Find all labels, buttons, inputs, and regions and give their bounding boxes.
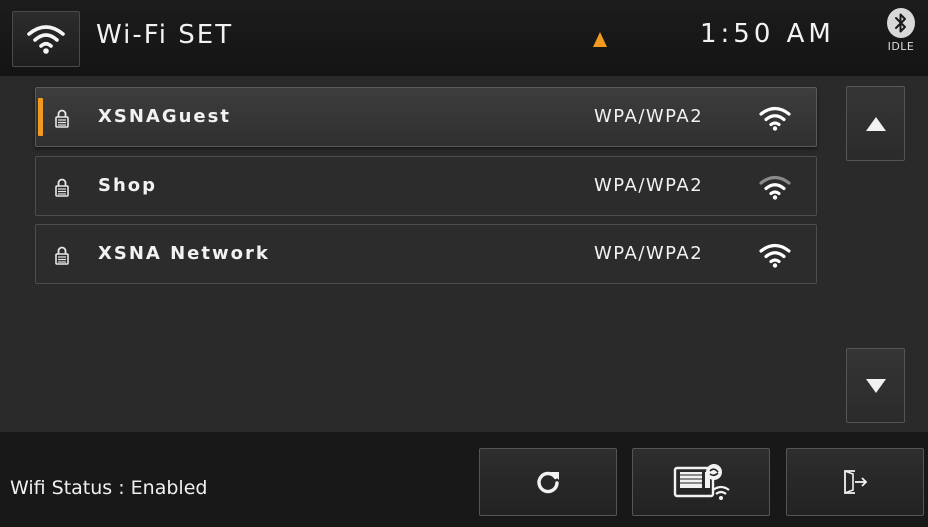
network-security: WPA/WPA2 — [594, 243, 704, 264]
scroll-up-icon — [865, 116, 886, 131]
refresh-button[interactable] — [479, 448, 617, 516]
bluetooth-icon — [887, 8, 915, 38]
clock-time: 1:50 AM — [700, 19, 835, 49]
device-wifi-settings-button[interactable] — [632, 448, 770, 516]
footer-bar: Wifi Status : Enabled — [0, 432, 928, 527]
signal-strong-icon — [759, 243, 791, 268]
network-ssid: Shop — [98, 175, 158, 196]
network-security: WPA/WPA2 — [594, 106, 704, 127]
network-ssid: XSNAGuest — [98, 106, 231, 127]
exit-button[interactable] — [786, 448, 924, 516]
header-bar: Wi-Fi SET 1:50 AM IDLE — [0, 0, 928, 76]
scroll-up-button[interactable] — [846, 86, 905, 161]
scroll-down-button[interactable] — [846, 348, 905, 423]
bluetooth-status[interactable]: IDLE — [879, 8, 923, 68]
wifi-icon — [27, 25, 65, 54]
navigation-arrow-icon — [593, 32, 607, 47]
exit-icon — [844, 470, 868, 494]
lock-icon — [55, 246, 69, 265]
wifi-status-text: Wifi Status : Enabled — [10, 477, 208, 499]
network-row-xsnaguest[interactable]: XSNAGuest WPA/WPA2 — [35, 87, 817, 147]
signal-strong-icon — [759, 106, 791, 131]
refresh-icon — [537, 471, 559, 494]
lock-icon — [55, 109, 69, 128]
wifi-button[interactable] — [12, 11, 80, 67]
network-security: WPA/WPA2 — [594, 175, 704, 196]
network-ssid: XSNA Network — [98, 243, 270, 264]
signal-medium-icon — [759, 175, 791, 200]
lock-icon — [55, 178, 69, 197]
page-title: Wi-Fi SET — [96, 20, 234, 50]
scroll-down-icon — [865, 378, 886, 393]
bluetooth-status-label: IDLE — [887, 40, 915, 53]
network-row-xsna-network[interactable]: XSNA Network WPA/WPA2 — [35, 224, 817, 284]
device-wifi-settings-icon — [673, 464, 730, 500]
selection-indicator — [38, 98, 43, 136]
network-row-shop[interactable]: Shop WPA/WPA2 — [35, 156, 817, 216]
